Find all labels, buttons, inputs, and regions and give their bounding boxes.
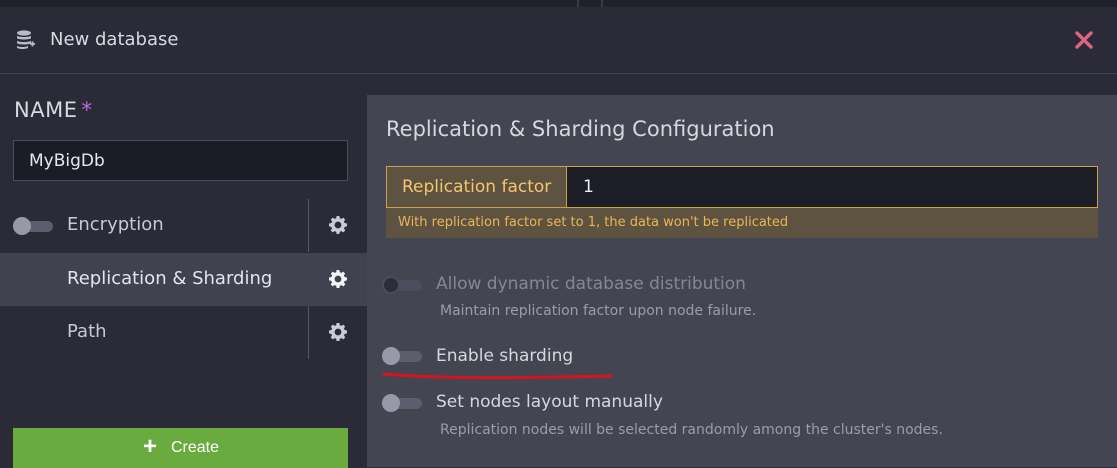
replication-factor-warning: With replication factor set to 1, the da… [386,208,1098,238]
top-strip-divider [601,0,603,7]
database-name-input[interactable] [13,140,348,181]
divider [308,199,309,252]
replication-factor-input[interactable] [568,167,1097,207]
menu-item-replication-sharding[interactable]: Replication & Sharding [0,253,367,306]
menu-item-label: Path [67,321,107,342]
dynamic-distribution-description: Maintain replication factor upon node fa… [440,303,757,319]
left-panel: NAME* Encryption Replication & Sharding … [0,75,367,468]
plus-icon: + [143,433,158,460]
create-button[interactable]: + Create [13,428,348,468]
menu-item-label: Encryption [67,214,164,235]
replication-factor-label: Replication factor [387,167,567,207]
red-underline-annotation [382,372,613,380]
top-strip [0,0,1117,7]
nodes-layout-description: Replication nodes will be selected rando… [440,422,943,438]
name-label-text: NAME [14,98,78,122]
toggle-knob [382,394,400,412]
encryption-toggle[interactable] [13,217,53,235]
panel-heading: Replication & Sharding Configuration [386,117,775,141]
replication-factor-group: Replication factor [386,166,1098,208]
create-button-label: Create [171,439,220,456]
top-strip-divider [577,0,579,7]
close-icon[interactable] [1073,29,1095,51]
dialog-title: New database [50,29,179,50]
name-label: NAME * [14,98,92,122]
nodes-layout-toggle[interactable] [382,394,422,412]
enable-sharding-toggle[interactable] [382,347,422,365]
menu-item-encryption[interactable]: Encryption [0,199,367,252]
toggle-knob [382,347,400,365]
gear-icon[interactable] [328,215,348,235]
toggle-knob [382,276,400,294]
database-add-icon [17,30,35,49]
replication-sharding-panel: Replication & Sharding Configuration Rep… [367,95,1117,467]
nodes-layout-title: Set nodes layout manually [436,392,663,412]
gear-icon[interactable] [328,269,348,289]
toggle-knob [13,217,31,235]
enable-sharding-title: Enable sharding [436,346,574,366]
required-mark: * [81,98,93,122]
dynamic-distribution-toggle[interactable] [382,276,422,294]
dialog-header: New database [0,7,1117,74]
menu-item-path[interactable]: Path [0,306,367,359]
divider [308,306,309,359]
menu-item-label: Replication & Sharding [67,268,273,289]
dynamic-distribution-title: Allow dynamic database distribution [436,274,746,294]
gear-icon[interactable] [328,322,348,342]
